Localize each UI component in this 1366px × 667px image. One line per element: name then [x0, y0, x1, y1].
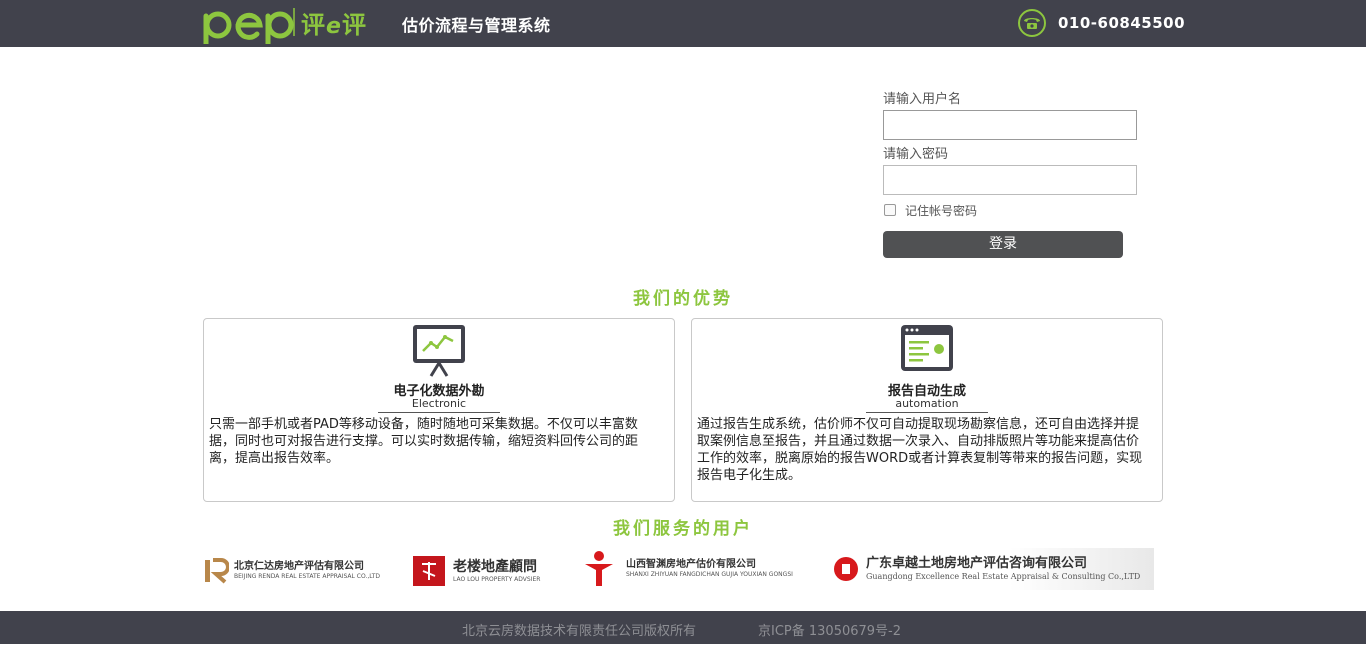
client-name: 老楼地產顧問	[453, 558, 537, 575]
client-name: 山西智渊房地产估价有限公司	[626, 559, 756, 570]
svg-text:评: 评	[301, 11, 325, 39]
client-english-name: BEIJING RENDA REAL ESTATE APPRAISAL CO.,…	[234, 573, 381, 580]
report-window-icon	[901, 325, 953, 371]
svg-text:e: e	[326, 14, 341, 39]
phone-number: 010-60845500	[1058, 14, 1186, 32]
system-title: 估价流程与管理系统	[402, 16, 551, 35]
client-name: 广东卓越土地房地产评估咨询有限公司	[866, 556, 1088, 571]
pep-logo[interactable]: 评 e 评	[202, 4, 388, 44]
client-logos: 北京仁达房地产评估有限公司 BEIJING RENDA REAL ESTATE …	[0, 546, 1366, 592]
phone-icon	[1018, 9, 1046, 37]
client-english-name: LAO LOU PROPERTY ADVSIER	[453, 575, 541, 583]
login-form: 请输入用户名 请输入密码 记住帐号密码 登录	[883, 90, 1143, 258]
advantage-card-automation: 报告自动生成 automation 通过报告生成系统，估价师不仅可自动提取现场勘…	[691, 318, 1163, 502]
advantage-card-electronic: 电子化数据外勘 Electronic 只需一部手机或者PAD等移动设备，随时随地…	[203, 318, 675, 502]
client-name: 北京仁达房地产评估有限公司	[234, 561, 364, 572]
renda-logo-icon	[205, 558, 229, 584]
monitor-chart-icon	[413, 325, 465, 377]
username-input[interactable]	[883, 110, 1137, 140]
card-subtitle: Electronic	[378, 397, 500, 413]
remember-label[interactable]: 记住帐号密码	[905, 202, 977, 219]
client-english-name: SHANXI ZHIYUAN FANGDICHAN GUJIA YOUXIAN …	[626, 571, 793, 578]
clients-title: 我们服务的用户	[613, 519, 753, 539]
login-button[interactable]: 登录	[883, 231, 1123, 258]
password-input[interactable]	[883, 165, 1137, 195]
zhiyuan-figure-icon	[585, 551, 613, 586]
card-description: 通过报告生成系统，估价师不仅可自动提取现场勘察信息，还可自由选择并提取案例信息至…	[697, 417, 1143, 483]
client-english-name: Guangdong Excellence Real Estate Apprais…	[866, 572, 1141, 581]
card-description: 只需一部手机或者PAD等移动设备，随时随地可采集数据。不仅可以丰富数据，同时也可…	[209, 417, 639, 466]
password-label: 请输入密码	[883, 147, 949, 162]
svg-text:评: 评	[342, 11, 366, 39]
top-header: 评 e 评 估价流程与管理系统 010-60845500	[0, 0, 1366, 47]
advantages-title: 我们的优势	[633, 289, 733, 309]
footer: 北京云房数据技术有限责任公司版权所有 京ICP备 13050679号-2	[0, 611, 1366, 644]
client-logo-laolou: 老楼地產顧問 LAO LOU PROPERTY ADVSIER	[413, 556, 540, 586]
remember-checkbox[interactable]	[884, 204, 896, 216]
client-logo-renda: 北京仁达房地产评估有限公司 BEIJING RENDA REAL ESTATE …	[203, 558, 380, 584]
client-logo-zhiyuan: 山西智渊房地产估价有限公司 SHANXI ZHIYUAN FANGDICHAN …	[583, 550, 793, 588]
card-subtitle: automation	[866, 397, 988, 413]
client-logo-zhuoyue: 广东卓越土地房地产评估咨询有限公司 Guangdong Excellence R…	[832, 548, 1154, 590]
laolou-seal-icon	[413, 556, 445, 586]
username-label: 请输入用户名	[883, 92, 962, 107]
remember-row: 记住帐号密码	[883, 201, 1143, 219]
zhuoyue-logo-icon	[834, 557, 858, 581]
copyright-text: 北京云房数据技术有限责任公司版权所有	[462, 624, 697, 639]
icp-link[interactable]: 京ICP备 13050679号-2	[758, 620, 901, 639]
